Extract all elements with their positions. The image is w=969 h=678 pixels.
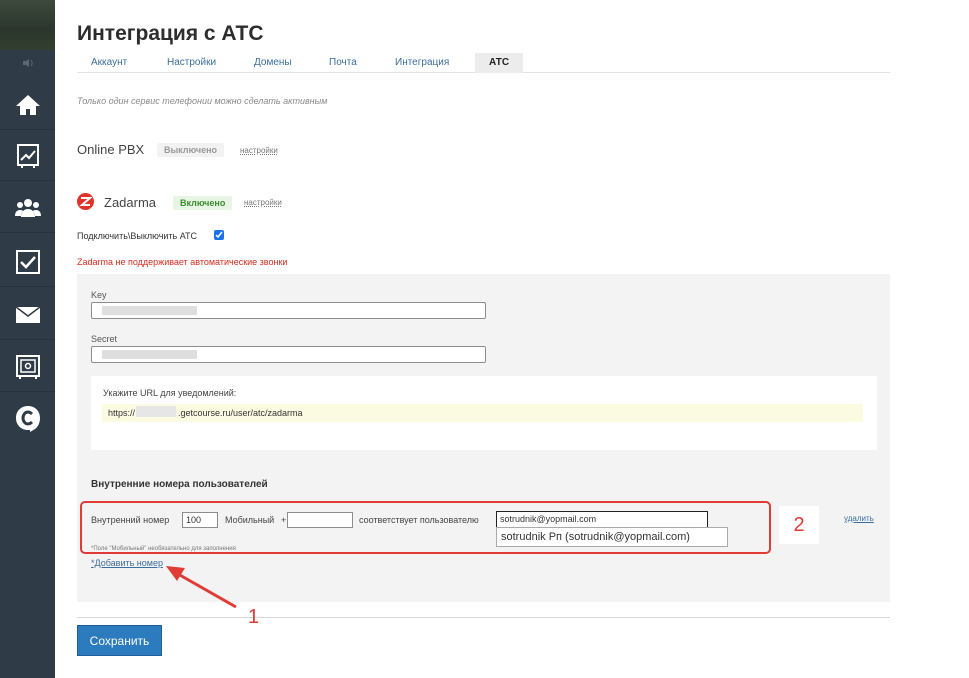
toggle-atc-label: Подключить\Выключить АТС xyxy=(77,231,198,241)
url-block: Укажите URL для уведомлений: https:// .g… xyxy=(91,376,877,450)
url-title: Укажите URL для уведомлений: xyxy=(103,388,237,398)
url-prefix: https:// xyxy=(108,408,136,418)
tasks-icon[interactable] xyxy=(0,237,55,287)
mail-icon[interactable] xyxy=(0,290,55,340)
divider xyxy=(77,617,890,618)
page-title: Интеграция с АТС xyxy=(77,22,264,45)
warning-message: Zadarma не поддерживает автоматические з… xyxy=(77,257,288,267)
save-button[interactable]: Сохранить xyxy=(77,625,162,656)
tab-account[interactable]: Аккаунт xyxy=(91,57,127,68)
chart-icon[interactable] xyxy=(0,131,55,181)
users-icon[interactable] xyxy=(0,183,55,233)
tab-domains[interactable]: Домены xyxy=(254,57,292,68)
telephony-note: Только один сервис телефонии можно сдела… xyxy=(77,96,328,106)
url-field[interactable]: https:// .getcourse.ru/user/atc/zadarma xyxy=(102,404,863,422)
annotation-number-2: 2 xyxy=(793,513,805,536)
service-name-zadarma: Zadarma xyxy=(104,195,157,210)
status-badge-on: Включено xyxy=(173,196,233,210)
key-input[interactable] xyxy=(91,302,486,319)
tab-mail[interactable]: Почта xyxy=(329,57,357,68)
getcourse-logo-icon[interactable] xyxy=(0,394,55,444)
redacted-key xyxy=(102,306,197,315)
sidebar xyxy=(0,0,55,678)
annotation-marker-2: 2 xyxy=(779,506,819,544)
home-icon[interactable] xyxy=(0,80,55,130)
annotation-highlight-box xyxy=(80,501,771,554)
safe-icon[interactable] xyxy=(0,342,55,392)
zadarma-logo-icon xyxy=(77,193,94,210)
delete-link[interactable]: удалить xyxy=(844,514,874,523)
sidebar-logo-area xyxy=(0,0,55,50)
secret-label: Secret xyxy=(91,334,118,344)
redacted-subdomain xyxy=(136,406,176,417)
zadarma-settings-link[interactable]: настройки xyxy=(244,198,282,207)
add-number-link[interactable]: *Добавить номер xyxy=(91,558,163,568)
onlinepbx-settings-link[interactable]: настройки xyxy=(240,146,278,155)
internal-numbers-title: Внутренние номера пользователей xyxy=(91,479,268,490)
annotation-number-1: 1 xyxy=(248,606,260,628)
status-badge-off: Выключено xyxy=(157,143,225,157)
tab-atc[interactable]: АТС xyxy=(475,53,524,73)
secret-input[interactable] xyxy=(91,346,486,363)
service-name-onlinepbx: Online PBX xyxy=(77,142,145,157)
tab-bar: Аккаунт Настройки Домены Почта Интеграци… xyxy=(77,53,890,73)
redacted-secret xyxy=(102,350,197,359)
tab-settings[interactable]: Настройки xyxy=(167,57,216,68)
tab-integration[interactable]: Интеграция xyxy=(395,57,449,68)
key-label: Key xyxy=(91,290,107,300)
url-suffix: .getcourse.ru/user/atc/zadarma xyxy=(178,408,303,418)
sound-icon[interactable] xyxy=(0,52,55,74)
toggle-atc-checkbox[interactable] xyxy=(214,230,224,240)
